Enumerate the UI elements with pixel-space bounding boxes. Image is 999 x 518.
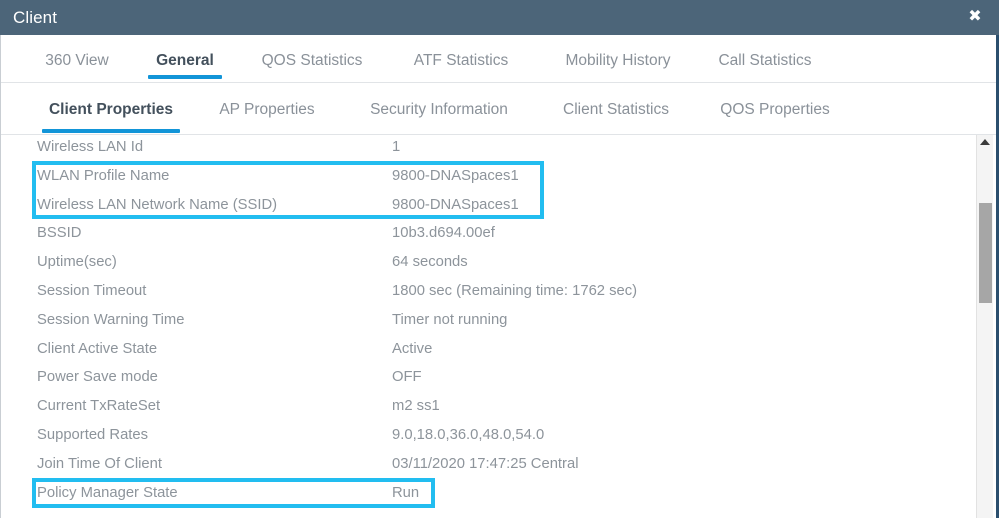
property-row: Join Time Of Client 03/11/2020 17:47:25 C…	[1, 452, 996, 481]
property-label: BSSID	[37, 225, 82, 242]
property-label: Wireless LAN Id	[37, 139, 144, 155]
subtab-security-information[interactable]: Security Information	[353, 83, 525, 134]
property-value: Timer not running	[392, 311, 508, 328]
tab-mobility-history[interactable]: Mobility History	[544, 35, 692, 82]
tab-qos-statistics[interactable]: QOS Statistics	[239, 35, 385, 82]
property-label: Power Save mode	[37, 369, 158, 386]
property-value: 1	[392, 139, 401, 155]
scrollbar-thumb[interactable]	[979, 203, 992, 303]
property-row: Uptime(sec) 64 seconds	[1, 250, 996, 279]
tab-atf-statistics[interactable]: ATF Statistics	[397, 35, 525, 82]
property-value: 9.0,18.0,36.0,48.0,54.0	[392, 426, 545, 443]
property-label: Uptime(sec)	[37, 254, 117, 271]
property-row: BSSID 10b3.d694.00ef	[1, 221, 996, 250]
property-value: 10b3.d694.00ef	[392, 225, 495, 242]
property-label: Client Active State	[37, 340, 158, 357]
property-value: 03/11/2020 17:47:25 Central	[392, 455, 579, 472]
property-row: WLAN Profile Name 9800-DNASpaces1	[1, 164, 996, 193]
property-row: Session Warning Time Timer not running	[1, 308, 996, 337]
primary-tab-bar: 360 View General QOS Statistics ATF Statist…	[1, 35, 996, 83]
property-label: WLAN Profile Name	[37, 167, 170, 184]
property-row: Supported Rates 9.0,18.0,36.0,48.0,54.0	[1, 423, 996, 452]
property-label: Supported Rates	[37, 426, 149, 443]
property-label: Join Time Of Client	[37, 455, 162, 472]
subtab-client-properties[interactable]: Client Properties	[40, 83, 182, 134]
property-label: Wireless LAN Network Name (SSID)	[37, 196, 278, 213]
subtab-client-statistics[interactable]: Client Statistics	[552, 83, 680, 134]
client-properties-panel: Wireless LAN Id 1 WLAN Profile Name 9800-DN…	[1, 135, 996, 518]
tab-call-statistics[interactable]: Call Statistics	[704, 35, 826, 82]
dialog-title: Client	[13, 8, 58, 27]
property-value: 64 seconds	[392, 254, 468, 271]
property-value: 9800-DNASpaces1	[392, 167, 519, 184]
property-row: Policy Manager State Run	[1, 481, 996, 510]
property-label: Current TxRateSet	[37, 398, 161, 415]
scroll-up-arrow-icon[interactable]	[980, 139, 990, 145]
property-row: Client Active State Active	[1, 337, 996, 366]
subtab-qos-properties[interactable]: QOS Properties	[707, 83, 843, 134]
property-row: Current TxRateSet m2 ss1	[1, 394, 996, 423]
close-icon[interactable]: ✖	[966, 8, 984, 26]
tab-general[interactable]: General	[146, 35, 224, 82]
property-value: 1800 sec (Remaining time: 1762 sec)	[392, 282, 638, 299]
property-value: Run	[392, 484, 420, 501]
subtab-ap-properties[interactable]: AP Properties	[206, 83, 328, 134]
property-value: m2 ss1	[392, 398, 440, 415]
property-value: OFF	[392, 369, 422, 386]
property-row: Power Save mode OFF	[1, 365, 996, 394]
dialog-body: 360 View General QOS Statistics ATF Statist…	[0, 35, 999, 518]
property-label: Policy Manager State	[37, 484, 178, 501]
property-label: Session Warning Time	[37, 311, 185, 328]
property-value: Active	[392, 340, 433, 357]
property-row: Wireless LAN Id 1	[1, 135, 996, 164]
client-details-dialog: Client ✖ 360 View General QOS Statistics AT…	[0, 0, 999, 518]
property-value: 9800-DNASpaces1	[392, 196, 519, 213]
vertical-scrollbar[interactable]	[976, 135, 993, 518]
dialog-titlebar: Client ✖	[0, 0, 999, 35]
tab-360-view[interactable]: 360 View	[31, 35, 123, 82]
secondary-tab-bar: Client Properties AP Properties Security I…	[1, 83, 996, 135]
property-label: Session Timeout	[37, 282, 147, 299]
property-row: Wireless LAN Network Name (SSID) 9800-DNA…	[1, 193, 996, 222]
property-row: Session Timeout 1800 sec (Remaining time:…	[1, 279, 996, 308]
client-properties-table: Wireless LAN Id 1 WLAN Profile Name 9800-DN…	[1, 135, 996, 509]
